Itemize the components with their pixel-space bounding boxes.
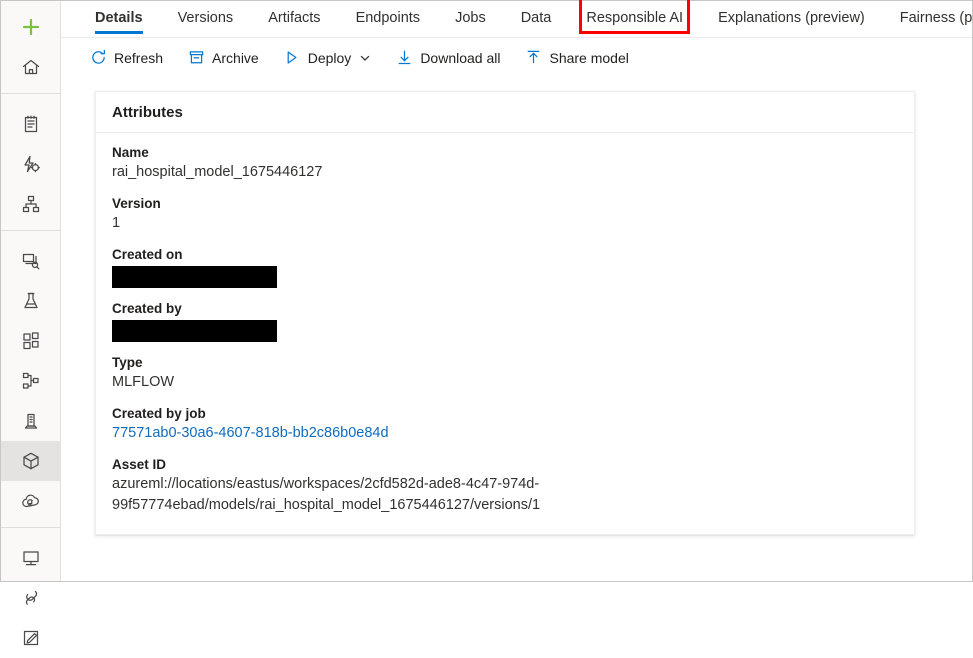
- attribute-created-on-label: Created on: [112, 247, 183, 262]
- attributes-card-title: Attributes: [96, 92, 914, 133]
- tab-details[interactable]: Details: [95, 1, 143, 34]
- tab-fairness-preview[interactable]: Fairness (preview): [900, 1, 973, 27]
- sidebar-item-data-labeling-projects[interactable]: [1, 618, 61, 658]
- sidebar-item-pipelines[interactable]: [1, 361, 61, 401]
- sidebar-item-notebooks[interactable]: [1, 104, 61, 144]
- rail-group-authoring: [1, 93, 60, 224]
- share-model-button-label: Share model: [549, 49, 629, 66]
- data-labeling-icon: [20, 250, 42, 272]
- archive-button[interactable]: Archive: [187, 42, 259, 74]
- attributes-list: Name rai_hospital_model_1675446127 Version…: [96, 133, 914, 534]
- download-all-button-label: Download all: [420, 49, 501, 66]
- automated-ml-icon: [20, 153, 42, 175]
- archive-button-label: Archive: [212, 49, 259, 66]
- monitor-icon: [20, 547, 42, 569]
- refresh-button[interactable]: Refresh: [89, 42, 163, 74]
- tab-bar: Details Versions Artifacts Endpoints Jobs Dat…: [61, 0, 973, 38]
- tab-explanations-preview[interactable]: Explanations (preview): [718, 1, 865, 27]
- play-icon: [283, 49, 301, 67]
- attribute-version-label: Version: [112, 196, 161, 211]
- cube-icon: [20, 450, 42, 472]
- plug-icon: [20, 587, 42, 609]
- flask-icon: [20, 290, 42, 312]
- deploy-button-label: Deploy: [307, 49, 352, 66]
- deploy-button[interactable]: Deploy: [283, 42, 372, 74]
- tab-artifacts[interactable]: Artifacts: [268, 1, 320, 27]
- left-navigation-rail: [0, 1, 61, 646]
- sidebar-item-components[interactable]: [1, 321, 61, 361]
- tab-jobs[interactable]: Jobs: [455, 1, 486, 27]
- attribute-created-on-redacted-bar: [112, 266, 277, 288]
- attribute-name: Name rai_hospital_model_1675446127: [112, 143, 898, 183]
- rail-group-assets: [0, 230, 61, 521]
- sidebar-item-models[interactable]: [0, 441, 61, 481]
- attribute-created-by-job-label: Created by job: [112, 406, 206, 421]
- refresh-icon: [89, 49, 107, 67]
- refresh-button-label: Refresh: [114, 49, 164, 66]
- attribute-created-by-job-link[interactable]: 77571ab0-30a6-4607-818b-bb2c86b0e84d: [112, 423, 898, 444]
- azure-ml-model-details-page: Details Versions Artifacts Endpoints Jobs Dat…: [0, 0, 973, 646]
- sidebar-item-compute[interactable]: [1, 538, 61, 578]
- attribute-version-value: 1: [112, 215, 121, 231]
- command-toolbar: Refresh Archive Deploy Download all Share mo…: [61, 38, 972, 77]
- data-icon: [20, 410, 42, 432]
- details-content: Attributes Name rai_hospital_model_167544…: [61, 77, 972, 581]
- attribute-asset-id-value: azureml://locations/eastus/workspaces/2c…: [112, 476, 541, 513]
- attribute-created-by-redacted-bar: [112, 320, 277, 342]
- sidebar-item-data-labeling[interactable]: [1, 241, 61, 281]
- attribute-asset-id-label: Asset ID: [112, 457, 167, 472]
- attribute-asset-id: Asset ID azureml://locations/eastus/works…: [112, 455, 898, 516]
- cloud-endpoints-icon: [20, 490, 42, 512]
- attribute-type-value: MLFLOW: [112, 374, 175, 390]
- tab-versions[interactable]: Versions: [178, 1, 234, 27]
- sidebar-item-new[interactable]: [1, 7, 61, 47]
- tab-data[interactable]: Data: [521, 1, 552, 27]
- attribute-name-label: Name: [112, 145, 149, 160]
- home-icon: [20, 56, 42, 78]
- archive-icon: [187, 49, 205, 67]
- rail-group-primary: [1, 7, 60, 87]
- share-icon: [524, 49, 542, 67]
- sidebar-item-home[interactable]: [1, 47, 61, 87]
- download-all-button[interactable]: Download all: [395, 42, 500, 74]
- pencil-square-icon: [20, 627, 42, 649]
- share-model-button[interactable]: Share model: [524, 42, 629, 74]
- attribute-created-by-job: Created by job 77571ab0-30a6-4607-818b-bb…: [112, 404, 898, 444]
- attributes-card: Attributes Name rai_hospital_model_167544…: [95, 91, 915, 535]
- sidebar-item-designer[interactable]: [1, 184, 61, 224]
- notebook-icon: [20, 113, 42, 135]
- main-content-area: Details Versions Artifacts Endpoints Jobs Dat…: [61, 0, 973, 581]
- download-icon: [395, 49, 413, 67]
- pipelines-icon: [20, 370, 42, 392]
- sidebar-item-data[interactable]: [1, 401, 61, 441]
- attribute-name-value: rai_hospital_model_1675446127: [112, 164, 323, 180]
- sidebar-item-endpoints[interactable]: [1, 481, 61, 521]
- sidebar-item-jobs[interactable]: [1, 281, 61, 321]
- attribute-created-by-label: Created by: [112, 301, 182, 316]
- components-icon: [20, 330, 42, 352]
- chevron-down-icon[interactable]: [359, 52, 371, 64]
- tab-responsible-ai[interactable]: Responsible AI: [579, 0, 691, 34]
- attribute-created-on: Created on: [112, 245, 898, 288]
- tab-endpoints[interactable]: Endpoints: [356, 1, 421, 27]
- plus-icon: [20, 16, 42, 38]
- attribute-version: Version 1: [112, 194, 898, 234]
- rail-group-manage: [1, 527, 60, 658]
- attribute-type-label: Type: [112, 355, 143, 370]
- sidebar-item-automated-ml[interactable]: [1, 144, 61, 184]
- attribute-type: Type MLFLOW: [112, 353, 898, 393]
- designer-icon: [20, 193, 42, 215]
- sidebar-item-linked-services[interactable]: [1, 578, 61, 618]
- attribute-created-by: Created by: [112, 299, 898, 342]
